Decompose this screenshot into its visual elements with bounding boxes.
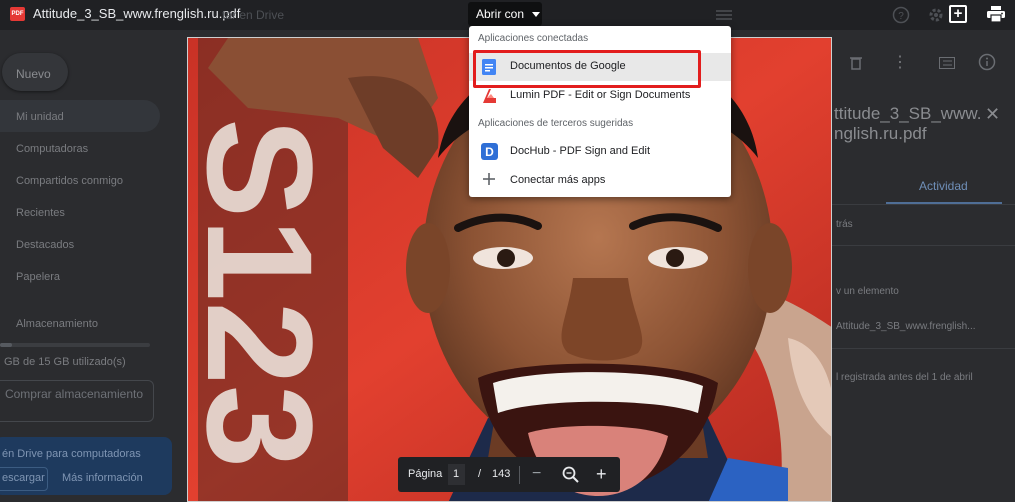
add-to-drive-icon[interactable]: + <box>949 5 967 23</box>
storage-bar-fill <box>0 343 12 347</box>
page-controls: Página 1 / 143 − + <box>398 457 620 492</box>
panel-divider-3 <box>832 348 1015 349</box>
panel-text-2: v un elemento <box>836 286 899 297</box>
connected-apps-header: Aplicaciones conectadas <box>478 33 589 44</box>
new-button-label: Nuevo <box>16 67 51 81</box>
sidebar-item-recent[interactable]: Recientes <box>16 207 65 219</box>
svg-text:?: ? <box>898 11 904 22</box>
tab-activity[interactable]: Actividad <box>919 179 968 193</box>
cover-letters: S123 <box>188 118 344 468</box>
page-label: Página <box>408 468 443 480</box>
plus-icon <box>483 173 495 185</box>
chevron-down-icon <box>532 12 541 18</box>
sidebar-item-starred[interactable]: Destacados <box>16 239 74 251</box>
zoom-in-button[interactable]: + <box>596 464 607 485</box>
panel-text-4: l registrada antes del 1 de abril <box>836 372 973 383</box>
suggested-apps-header: Aplicaciones de terceros sugeridas <box>478 118 634 129</box>
total-pages: 143 <box>492 468 511 480</box>
open-with-button[interactable]: Abrir con <box>468 2 542 26</box>
file-name: Attitude_3_SB_www.frenglish.ru.pdf <box>33 6 241 21</box>
buy-storage-label: Comprar almacenamiento <box>4 387 144 401</box>
settings-sliders-icon[interactable] <box>716 8 732 22</box>
buy-storage-button[interactable]: Comprar almacenamiento <box>0 380 154 422</box>
sidebar-item-trash[interactable]: Papelera <box>16 271 60 283</box>
panel-divider-2 <box>832 245 1015 246</box>
storage-bar <box>0 343 150 347</box>
zoom-out-button[interactable]: − <box>532 465 541 483</box>
info-icon[interactable] <box>978 53 996 71</box>
menu-item-label: Conectar más apps <box>510 174 606 186</box>
promo-download-label: escargar <box>2 472 45 484</box>
panel-title-line2: nglish.ru.pdf <box>834 124 927 143</box>
trash-icon[interactable] <box>849 55 863 71</box>
sidebar-item-storage[interactable]: Almacenamiento <box>16 318 98 330</box>
promo-text: én Drive para computadoras <box>2 448 141 460</box>
dochub-icon: D <box>481 143 498 160</box>
more-options-icon[interactable]: ⋮ <box>892 52 908 72</box>
promo-more-link[interactable]: Más información <box>62 472 143 484</box>
page-separator: / <box>478 468 482 480</box>
page-number-input[interactable]: 1 <box>448 464 465 485</box>
menu-item-connect-more-apps[interactable]: Conectar más apps <box>469 167 731 195</box>
current-page: 1 <box>453 468 460 480</box>
print-icon[interactable] <box>987 6 1005 22</box>
sidebar-item-shared[interactable]: Compartidos conmigo <box>16 175 123 187</box>
lumin-pdf-icon <box>483 89 496 103</box>
gear-icon[interactable] <box>927 6 945 24</box>
details-icon[interactable] <box>939 57 955 69</box>
help-icon[interactable]: ? <box>892 6 910 24</box>
svg-text:D: D <box>485 145 494 159</box>
zoom-icon[interactable] <box>562 466 579 483</box>
panel-title-line1: ttitude_3_SB_www. <box>834 104 982 123</box>
faded-title: tar en Drive <box>222 8 285 22</box>
sidebar-item-computers[interactable]: Computadoras <box>16 143 88 155</box>
menu-item-dochub[interactable]: D DocHub - PDF Sign and Edit <box>469 138 731 166</box>
pdf-file-icon: PDF <box>10 7 25 21</box>
pager-divider <box>519 466 520 484</box>
storage-used-text: GB de 15 GB utilizado(s) <box>4 356 126 368</box>
menu-item-label: Lumin PDF - Edit or Sign Documents <box>510 89 691 101</box>
panel-text-1: trás <box>836 219 853 230</box>
panel-text-3[interactable]: Attitude_3_SB_www.frenglish... <box>836 321 976 332</box>
menu-item-label: DocHub - PDF Sign and Edit <box>510 145 651 157</box>
open-with-label: Abrir con <box>476 7 525 21</box>
panel-divider <box>832 204 1015 205</box>
sidebar-item-my-drive[interactable]: Mi unidad <box>16 111 64 123</box>
close-panel-icon[interactable]: ✕ <box>985 104 1000 125</box>
highlight-annotation-box <box>473 50 701 88</box>
